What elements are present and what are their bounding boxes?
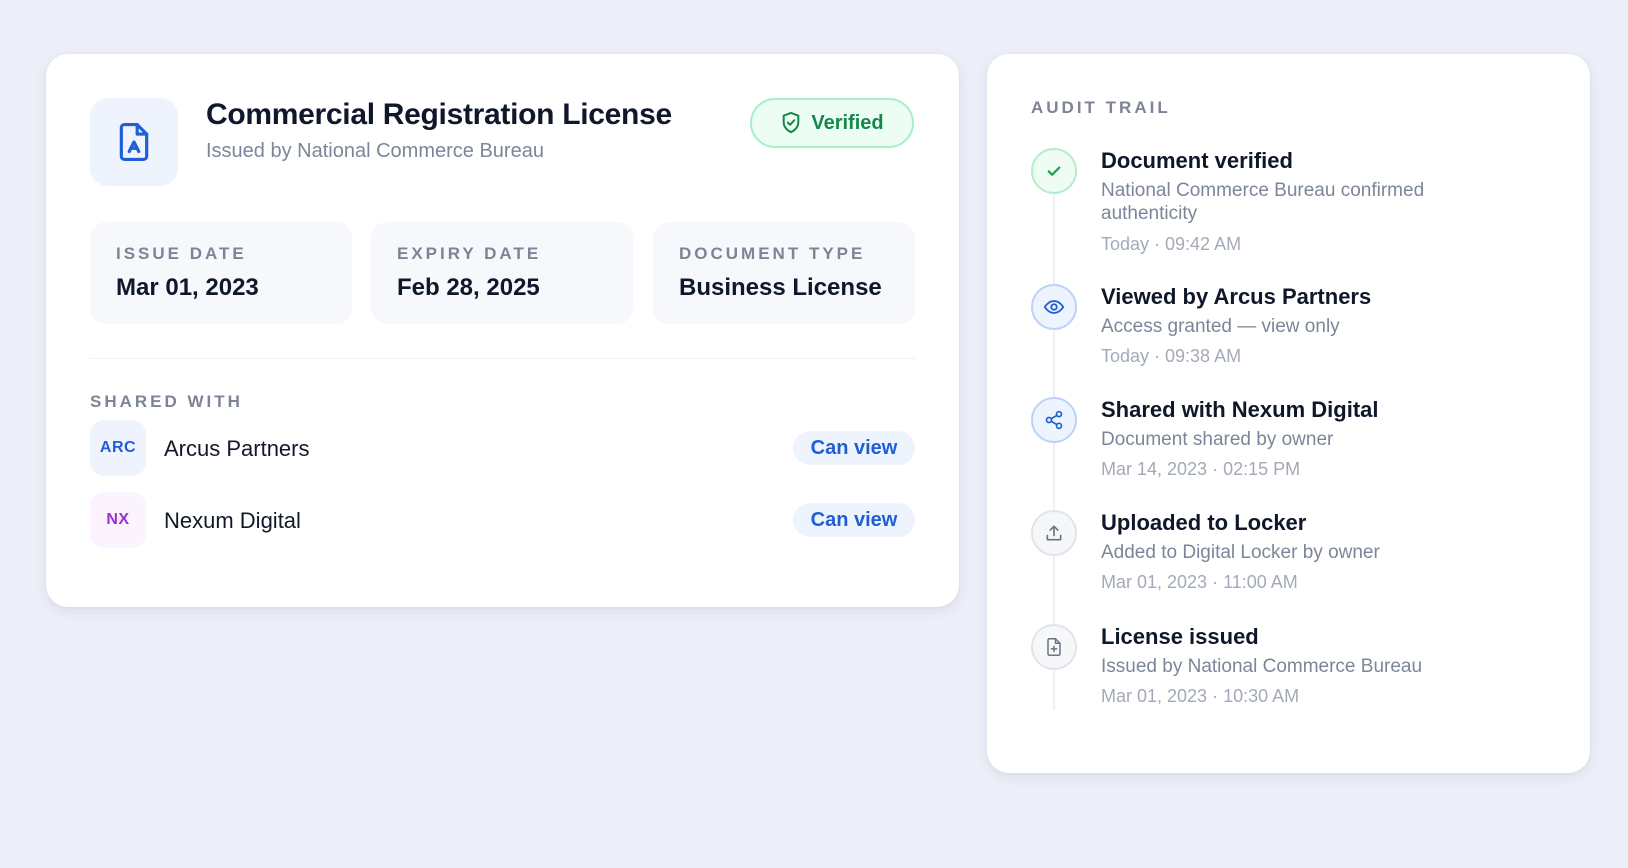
document-card: Commercial Registration License Issued b…	[46, 54, 959, 607]
shared-party-row: ARC Arcus Partners Can view	[90, 420, 915, 476]
permission-button[interactable]: Can view	[793, 431, 915, 465]
event-time: Mar 01, 2023 · 10:30 AM	[1101, 686, 1300, 706]
section-divider	[90, 358, 915, 359]
expiry-date-box: EXPIRY DATE Feb 28, 2025	[371, 222, 633, 324]
document-icon-tile	[90, 98, 178, 186]
event-title: Document verified	[1101, 148, 1293, 173]
verified-status-label: Verified	[811, 111, 884, 134]
event-title: Viewed by Arcus Partners	[1101, 284, 1372, 309]
event-marker	[1031, 397, 1077, 443]
event-description: Access granted — view only	[1101, 316, 1340, 337]
document-issuer: Issued by National Commerce Bureau	[206, 140, 544, 162]
event-marker	[1031, 624, 1077, 670]
check-icon	[1047, 166, 1061, 176]
eye-icon	[1043, 300, 1065, 314]
issue-date-value: Mar 01, 2023	[116, 274, 259, 301]
event-description: Issued by National Commerce Bureau	[1101, 656, 1423, 677]
event-marker	[1031, 510, 1077, 556]
event-title: License issued	[1101, 624, 1259, 649]
event-description: Added to Digital Locker by owner	[1101, 542, 1380, 563]
party-name: Nexum Digital	[164, 508, 301, 533]
party-avatar: NX	[90, 492, 146, 548]
audit-trail-card: AUDIT TRAIL Document verified National C…	[987, 54, 1590, 773]
event-time: Today · 09:38 AM	[1101, 346, 1242, 366]
document-type-value: Business License	[679, 274, 882, 301]
file-badge-icon	[119, 123, 149, 162]
event-marker	[1031, 148, 1077, 194]
event-description: Document shared by owner	[1101, 429, 1334, 450]
expiry-date-label: EXPIRY DATE	[397, 244, 542, 263]
file-plus-icon	[1047, 638, 1061, 656]
event-description: National Commerce Bureau confirmed authe…	[1101, 180, 1425, 224]
upload-icon	[1046, 525, 1062, 541]
event-time: Today · 09:42 AM	[1101, 234, 1242, 254]
shared-with-heading: SHARED WITH	[90, 392, 243, 411]
issue-date-label: ISSUE DATE	[116, 244, 247, 263]
event-time: Mar 01, 2023 · 11:00 AM	[1101, 572, 1298, 592]
party-avatar: ARC	[90, 420, 146, 476]
party-name: Arcus Partners	[164, 436, 310, 461]
event-title: Shared with Nexum Digital	[1101, 397, 1379, 422]
document-type-box: DOCUMENT TYPE Business License	[653, 222, 915, 324]
expiry-date-value: Feb 28, 2025	[397, 274, 540, 301]
permission-button[interactable]: Can view	[793, 503, 915, 537]
event-marker	[1031, 284, 1077, 330]
event-time: Mar 14, 2023 · 02:15 PM	[1101, 459, 1301, 479]
share-icon	[1045, 410, 1063, 430]
document-title: Commercial Registration License	[206, 98, 672, 131]
audit-trail-heading: AUDIT TRAIL	[1031, 98, 1171, 117]
document-type-label: DOCUMENT TYPE	[679, 244, 866, 263]
event-title: Uploaded to Locker	[1101, 510, 1307, 535]
issue-date-box: ISSUE DATE Mar 01, 2023	[90, 222, 352, 324]
shield-check-icon	[783, 111, 800, 134]
verified-status-badge: Verified	[750, 98, 914, 148]
shared-party-row: NX Nexum Digital Can view	[90, 492, 915, 548]
